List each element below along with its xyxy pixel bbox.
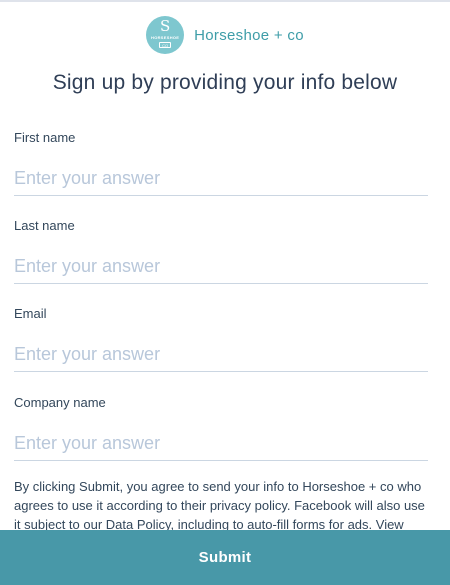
- form-header: S HORSESHOE CO Horseshoe + co: [0, 15, 450, 55]
- first-name-input[interactable]: [14, 161, 428, 196]
- last-name-label: Last name: [14, 218, 75, 233]
- company-name-label: Company name: [14, 395, 106, 410]
- email-input[interactable]: [14, 337, 428, 372]
- email-field: Email: [14, 306, 428, 372]
- brand-name: Horseshoe + co: [194, 26, 304, 44]
- logo-tag: CO: [159, 42, 172, 48]
- submit-button[interactable]: Submit: [0, 530, 450, 585]
- form-title: Sign up by providing your info below: [52, 71, 398, 94]
- logo-wordmark: HORSESHOE: [151, 35, 180, 40]
- company-name-field: Company name: [14, 395, 428, 461]
- logo-letter: S: [160, 17, 171, 35]
- last-name-field: Last name: [14, 218, 428, 284]
- top-divider: [0, 0, 450, 2]
- brand-logo: S HORSESHOE CO: [146, 16, 185, 54]
- privacy-disclaimer: By clicking Submit, you agree to send yo…: [14, 479, 425, 532]
- first-name-label: First name: [14, 130, 76, 145]
- last-name-input[interactable]: [14, 249, 428, 284]
- first-name-field: First name: [14, 130, 428, 196]
- email-label: Email: [14, 306, 47, 321]
- company-name-input[interactable]: [14, 426, 428, 461]
